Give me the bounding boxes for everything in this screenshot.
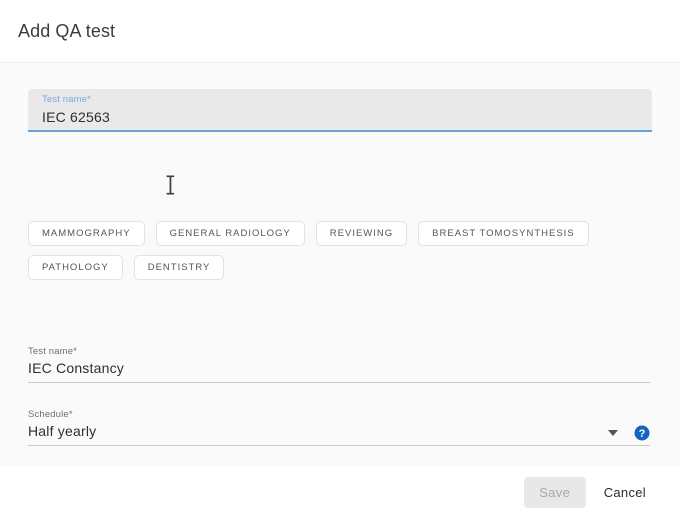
- test-name-field-label: Test name*: [42, 94, 92, 105]
- schedule-field-label: Schedule*: [28, 409, 73, 420]
- schedule-select-value[interactable]: Half yearly: [28, 421, 650, 442]
- modality-chip-row: MAMMOGRAPHY GENERAL RADIOLOGY REVIEWING …: [28, 221, 658, 280]
- page-title: Add QA test: [18, 20, 116, 41]
- chip-pathology[interactable]: PATHOLOGY: [28, 255, 123, 280]
- chip-mammography[interactable]: MAMMOGRAPHY: [28, 221, 145, 246]
- schedule-field[interactable]: Schedule* Half yearly ?: [28, 409, 650, 446]
- chevron-down-icon[interactable]: [608, 430, 618, 436]
- test-name-field-secondary[interactable]: Test name* IEC Constancy: [28, 346, 650, 383]
- add-qa-test-dialog: Add QA test Test name* IEC 62563 MAMMOGR…: [0, 0, 680, 518]
- test-name-field-focused[interactable]: Test name* IEC 62563: [28, 89, 652, 132]
- help-circle-icon[interactable]: ?: [634, 425, 650, 441]
- save-button[interactable]: Save: [523, 476, 586, 508]
- dialog-header: Add QA test: [0, 0, 680, 62]
- chip-general-radiology[interactable]: GENERAL RADIOLOGY: [155, 221, 305, 246]
- chip-dentistry[interactable]: DENTISTRY: [133, 255, 225, 280]
- test-name-secondary-input[interactable]: IEC Constancy: [28, 358, 650, 379]
- dialog-body: Test name* IEC 62563 MAMMOGRAPHY GENERAL…: [0, 62, 680, 466]
- chip-breast-tomosynthesis[interactable]: BREAST TOMOSYNTHESIS: [418, 221, 589, 246]
- test-name-input[interactable]: IEC 62563: [42, 107, 640, 127]
- chip-reviewing[interactable]: REVIEWING: [315, 221, 408, 246]
- cancel-button[interactable]: Cancel: [590, 477, 660, 508]
- text-cursor-icon: [166, 175, 175, 195]
- test-name-secondary-label: Test name*: [28, 346, 78, 357]
- dialog-footer: Save Cancel: [0, 466, 680, 518]
- svg-text:?: ?: [639, 428, 646, 440]
